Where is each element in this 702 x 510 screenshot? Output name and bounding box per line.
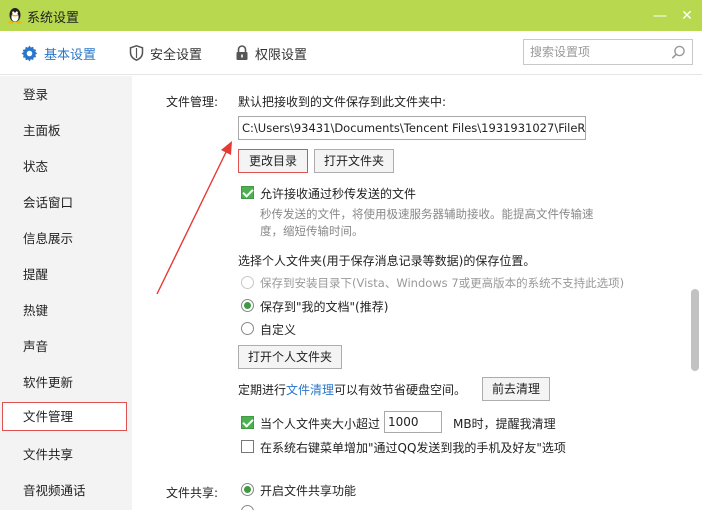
sidebar-item-login[interactable]: 登录 [0,77,132,113]
size-limit-checkbox[interactable] [241,416,254,429]
section-label-file-sharing: 文件共享: [166,486,219,500]
settings-content: 文件管理: 默认把接收到的文件保存到此文件夹中: C:\Users\93431\… [132,76,688,510]
sidebar-item-sound[interactable]: 声音 [0,329,132,365]
content-scrollbar[interactable] [688,76,702,510]
save-path-field[interactable]: C:\Users\93431\Documents\Tencent Files\1… [238,116,586,140]
sidebar-item-file-sharing[interactable]: 文件共享 [0,437,132,473]
change-directory-button[interactable]: 更改目录 [238,149,308,173]
radio-install-dir-label: 保存到安装目录下(Vista、Windows 7或更高版本的系统不支持此选项) [260,276,625,290]
tab-permission-settings[interactable]: 权限设置 [235,43,307,63]
close-button[interactable]: ✕ [677,6,697,26]
gear-icon [21,45,38,61]
settings-sidebar: 登录 主面板 状态 会话窗口 信息展示 提醒 热键 声音 软件更新 文件管理 文… [0,76,132,510]
radio-my-documents[interactable] [241,299,254,312]
sidebar-item-software-update[interactable]: 软件更新 [0,365,132,401]
tab-label: 基本设置 [44,47,97,63]
sidebar-item-chat-window[interactable]: 会话窗口 [0,185,132,221]
tab-basic-settings[interactable]: 基本设置 [21,43,96,63]
allow-instant-transfer-checkbox[interactable] [241,186,254,199]
section-label-file-management: 文件管理: [166,95,219,109]
file-cleanup-link[interactable]: 文件清理 [286,383,334,397]
radio-custom[interactable] [241,322,254,335]
search-input[interactable] [530,44,665,60]
cleanup-hint: 定期进行文件清理可以有效节省硬盘空间。 [238,381,466,398]
minimize-button[interactable]: — [650,6,670,26]
personal-folder-prompt: 选择个人文件夹(用于保存消息记录等数据)的保存位置。 [238,254,536,268]
context-menu-label: 在系统右键菜单增加"通过QQ发送到我的手机及好友"选项 [260,441,566,455]
context-menu-checkbox[interactable] [241,440,254,453]
search-icon[interactable] [671,45,686,60]
qq-penguin-icon [8,8,22,24]
size-limit-input[interactable]: 1000 [384,411,442,433]
shield-icon [129,45,144,61]
lock-icon [236,45,248,60]
instant-transfer-desc: 度，缩短传输时间。 [260,224,364,238]
sidebar-item-av-calls[interactable]: 音视频通话 [0,473,132,509]
open-personal-folder-button[interactable]: 打开个人文件夹 [238,345,342,369]
instant-transfer-desc: 秒传发送的文件，将使用极速服务器辅助接收。能提高文件传输速 [260,207,594,221]
size-limit-suffix: MB时，提醒我清理 [453,417,556,431]
title-bar: 系统设置 — ✕ [0,0,702,31]
tab-label: 权限设置 [255,47,308,63]
tab-label: 安全设置 [150,47,203,63]
sidebar-item-main-panel[interactable]: 主面板 [0,113,132,149]
sidebar-item-file-management[interactable]: 文件管理 [2,402,127,431]
tab-security-settings[interactable]: 安全设置 [129,43,202,63]
radio-install-dir [241,276,254,289]
radio-custom-label: 自定义 [260,323,297,337]
window-title: 系统设置 [27,11,80,26]
radio-my-documents-label: 保存到"我的文档"(推荐) [260,300,389,314]
search-box[interactable] [523,39,693,65]
go-cleanup-button[interactable]: 前去清理 [482,377,550,401]
file-sharing-option-radio[interactable] [241,505,254,510]
allow-instant-transfer-label: 允许接收通过秒传发送的文件 [260,187,417,201]
cleanup-prefix: 定期进行 [238,383,287,397]
sidebar-item-info-display[interactable]: 信息展示 [0,221,132,257]
save-path-value: C:\Users\93431\Documents\Tencent Files\1… [242,121,586,135]
sidebar-item-reminders[interactable]: 提醒 [0,257,132,293]
scrollbar-thumb[interactable] [691,289,699,371]
sidebar-item-hotkeys[interactable]: 热键 [0,293,132,329]
size-limit-prefix: 当个人文件夹大小超过 [260,417,381,431]
open-folder-button[interactable]: 打开文件夹 [314,149,394,173]
enable-file-sharing-radio[interactable] [241,483,254,496]
save-location-hint: 默认把接收到的文件保存到此文件夹中: [238,95,447,109]
cleanup-suffix: 可以有效节省硬盘空间。 [334,383,467,397]
enable-file-sharing-label: 开启文件共享功能 [260,484,357,498]
sidebar-item-status[interactable]: 状态 [0,149,132,185]
